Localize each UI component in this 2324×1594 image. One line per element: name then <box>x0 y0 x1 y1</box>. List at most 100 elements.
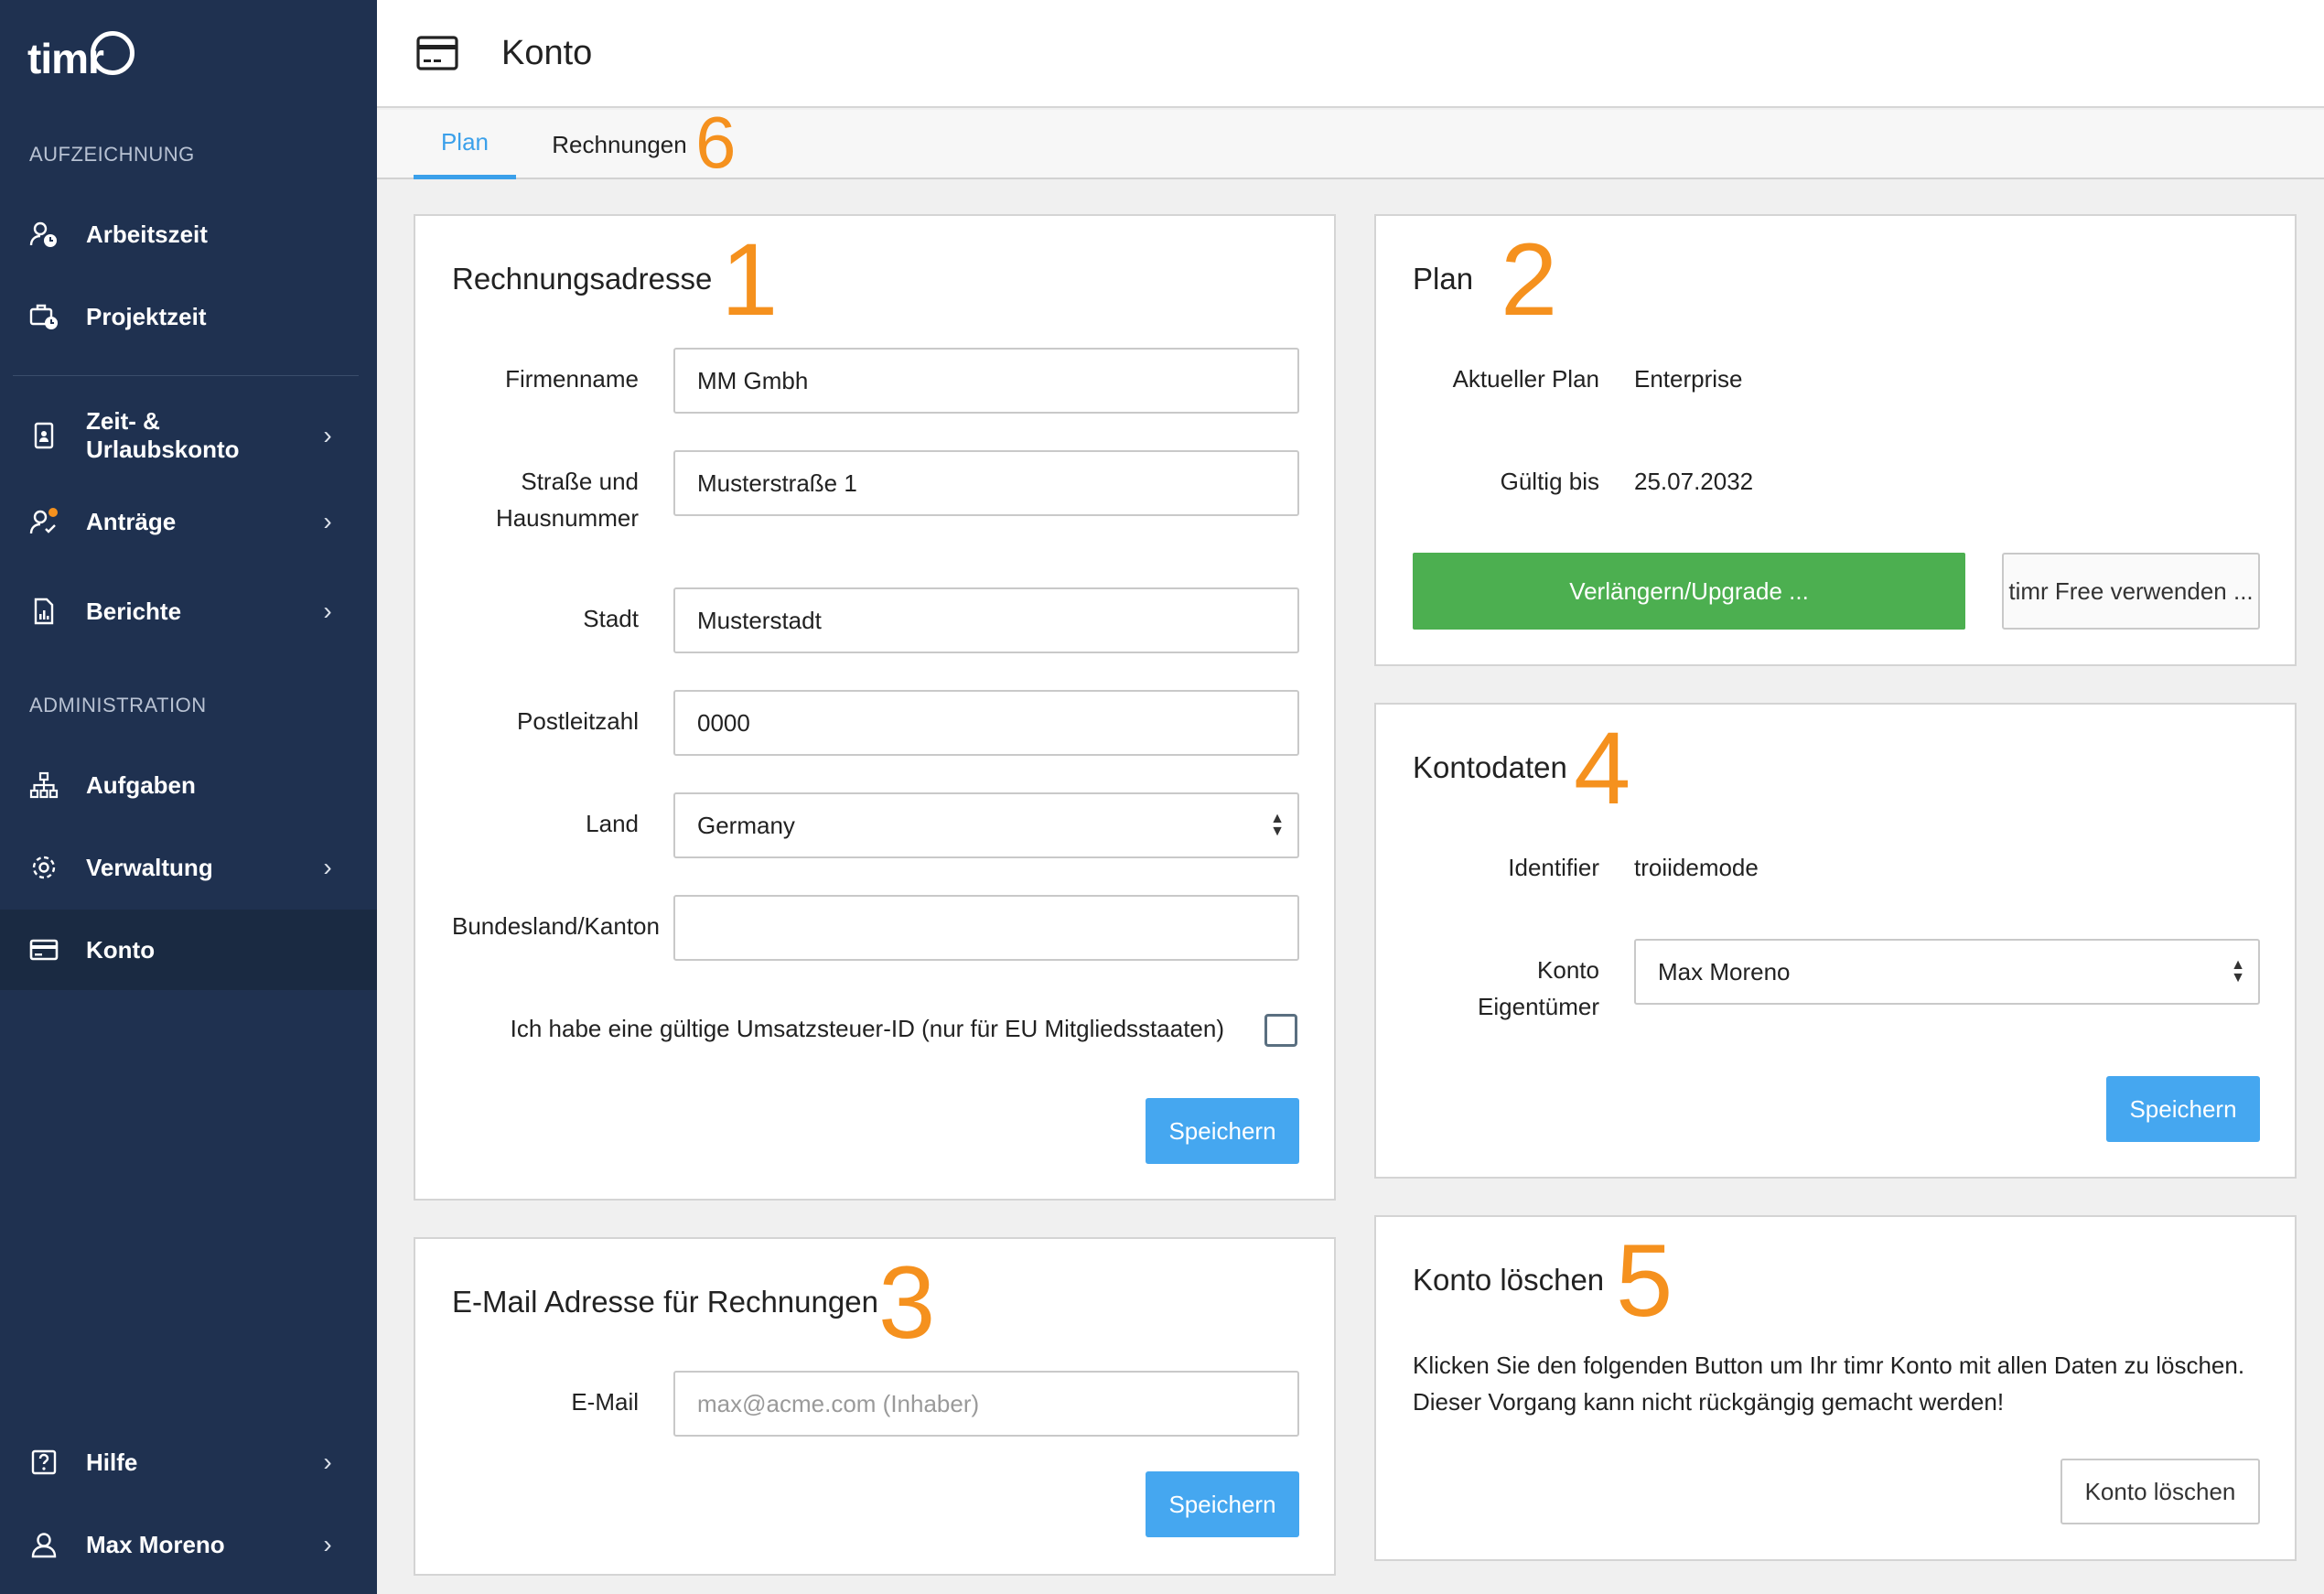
country-select[interactable]: Germany ▲ ▼ <box>673 792 1299 858</box>
section-label-admin: ADMINISTRATION <box>29 694 207 716</box>
company-label: Firmenname <box>505 365 639 393</box>
card-title: Rechnungsadresse <box>452 262 713 296</box>
annotation-2: 2 <box>1501 222 1558 337</box>
sidebar-item-arbeitszeit[interactable]: Arbeitszeit <box>0 194 377 275</box>
upgrade-button[interactable]: Verlängern/Upgrade ... <box>1413 553 1965 630</box>
document-user-icon <box>29 421 59 450</box>
chevron-right-icon: › <box>323 421 332 449</box>
identifier-value: troiidemode <box>1634 854 1759 881</box>
page-header: Konto <box>377 0 2324 108</box>
sidebar-item-projektzeit[interactable]: Projektzeit <box>0 276 377 357</box>
sidebar-item-zeitkonto[interactable]: Zeit- & Urlaubskonto › <box>0 395 377 476</box>
select-arrows-icon: ▲ ▼ <box>2231 957 2245 985</box>
annotation-4: 4 <box>1574 711 1631 825</box>
sidebar-item-label: Anträge <box>86 507 177 535</box>
chevron-right-icon: › <box>323 853 332 881</box>
card-title: Plan <box>1413 262 1474 296</box>
delete-description-line1: Klicken Sie den folgenden Button um Ihr … <box>1413 1352 2245 1379</box>
zip-input[interactable]: 0000 <box>673 690 1299 756</box>
city-label: Stadt <box>583 605 639 632</box>
billing-address-card: Rechnungsadresse 1 Firmenname MM Gmbh St… <box>414 214 1336 1201</box>
vat-checkbox[interactable] <box>1264 1014 1297 1047</box>
annotation-1: 1 <box>721 222 779 337</box>
save-button[interactable]: Speichern <box>1146 1098 1299 1164</box>
card-title: Konto löschen <box>1413 1263 1605 1297</box>
current-plan-label: Aktueller Plan <box>1452 365 1599 393</box>
sidebar-item-label: Konto <box>86 935 156 964</box>
sidebar-item-label: Berichte <box>86 597 182 625</box>
sidebar-item-hilfe[interactable]: Hilfe › <box>0 1422 377 1502</box>
sidebar-item-verwaltung[interactable]: Verwaltung › <box>0 827 377 908</box>
logo-ring-icon <box>90 31 134 75</box>
page-title: Konto <box>501 33 593 72</box>
save-button[interactable]: Speichern <box>2106 1076 2260 1142</box>
owner-label-line1: Konto <box>1537 956 1599 984</box>
street-label-line1: Straße und <box>521 468 639 495</box>
account-data-card: Kontodaten 4 Identifier troiidemode Kont… <box>1374 703 2297 1179</box>
chevron-right-icon: › <box>323 597 332 625</box>
tab-rechnungen[interactable]: Rechnungen <box>533 110 706 179</box>
street-input[interactable]: Musterstraße 1 <box>673 450 1299 516</box>
billing-email-card: E-Mail Adresse für Rechnungen 3 E-Mail m… <box>414 1237 1336 1576</box>
delete-account-button[interactable]: Konto löschen <box>2060 1459 2260 1524</box>
sidebar: timr AUFZEICHNUNG Arbeitszeit Projektzei… <box>0 0 377 1594</box>
annotation-6: 6 <box>695 102 737 183</box>
credit-card-icon <box>29 935 59 964</box>
email-label: E-Mail <box>571 1388 639 1416</box>
owner-select[interactable]: Max Moreno ▲ ▼ <box>1634 939 2260 1005</box>
timr-logo[interactable]: timr <box>27 31 134 86</box>
sidebar-item-label: Verwaltung <box>86 853 213 881</box>
email-input[interactable]: max@acme.com (Inhaber) <box>673 1371 1299 1437</box>
gear-icon <box>29 853 59 882</box>
sidebar-divider <box>13 375 359 376</box>
sidebar-item-label: Hilfe <box>86 1448 138 1476</box>
zip-label: Postleitzahl <box>517 707 639 735</box>
country-label: Land <box>586 810 639 837</box>
valid-until-value: 25.07.2032 <box>1634 468 1754 495</box>
sidebar-item-antraege[interactable]: Anträge › <box>0 481 377 562</box>
state-input[interactable] <box>673 895 1299 961</box>
report-chart-icon <box>29 597 59 626</box>
user-clock-icon <box>29 220 59 249</box>
identifier-label: Identifier <box>1508 854 1599 881</box>
save-button[interactable]: Speichern <box>1146 1471 1299 1537</box>
owner-select-value: Max Moreno <box>1658 957 1791 985</box>
sidebar-item-user[interactable]: Max Moreno › <box>0 1504 377 1585</box>
state-label: Bundesland/Kanton <box>452 912 660 940</box>
chevron-right-icon: › <box>323 507 332 535</box>
sidebar-item-label: Projektzeit <box>86 302 207 330</box>
valid-until-label: Gültig bis <box>1500 468 1599 495</box>
chevron-right-icon: › <box>323 1530 332 1558</box>
briefcase-clock-icon <box>29 302 59 331</box>
card-title: E-Mail Adresse für Rechnungen <box>452 1285 878 1319</box>
card-title: Kontodaten <box>1413 750 1567 784</box>
company-input[interactable]: MM Gmbh <box>673 348 1299 414</box>
sidebar-item-konto[interactable]: Konto <box>0 910 377 990</box>
use-free-button[interactable]: timr Free verwenden ... <box>2002 553 2260 630</box>
annotation-5: 5 <box>1616 1223 1673 1338</box>
delete-account-card: Konto löschen 5 Klicken Sie den folgende… <box>1374 1215 2297 1561</box>
owner-label-line2: Eigentümer <box>1478 993 1599 1020</box>
tab-plan[interactable]: Plan <box>414 110 516 179</box>
tab-bar: Plan Rechnungen 6 <box>377 106 2324 179</box>
sidebar-item-label: Aufgaben <box>86 770 196 799</box>
help-icon <box>29 1448 59 1477</box>
city-input[interactable]: Musterstadt <box>673 587 1299 653</box>
sidebar-item-aufgaben[interactable]: Aufgaben <box>0 745 377 825</box>
annotation-3: 3 <box>878 1245 936 1360</box>
sidebar-item-label: Zeit- & Urlaubskonto <box>86 407 240 463</box>
delete-description-line2: Dieser Vorgang kann nicht rückgängig gem… <box>1413 1388 2005 1416</box>
plan-card: Plan 2 Aktueller Plan Enterprise Gültig … <box>1374 214 2297 666</box>
street-label-line2: Hausnummer <box>495 504 639 532</box>
user-icon <box>29 1530 59 1559</box>
hierarchy-icon <box>29 770 59 800</box>
vat-checkbox-label: Ich habe eine gültige Umsatzsteuer-ID (n… <box>510 1015 1224 1042</box>
user-check-icon <box>29 507 59 536</box>
sidebar-item-berichte[interactable]: Berichte › <box>0 571 377 652</box>
section-label-recording: AUFZEICHNUNG <box>29 143 195 166</box>
select-arrows-icon: ▲ ▼ <box>1270 811 1285 839</box>
sidebar-item-label: Max Moreno <box>86 1530 225 1558</box>
sidebar-item-label: Arbeitszeit <box>86 220 208 248</box>
credit-card-icon <box>414 29 461 77</box>
chevron-right-icon: › <box>323 1448 332 1476</box>
